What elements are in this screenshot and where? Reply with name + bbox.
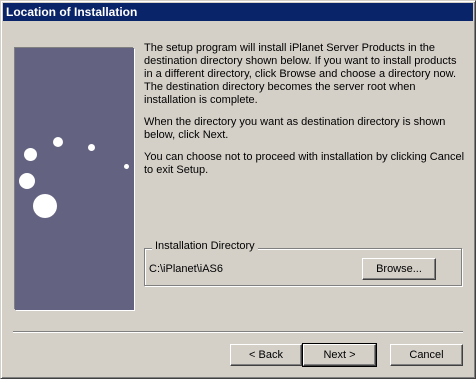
button-separator [13,331,463,333]
browse-button[interactable]: Browse... [362,258,436,280]
next-button[interactable]: Next > [302,343,377,367]
side-graphic-panel [15,48,134,310]
cancel-instruction-text: You can choose not to proceed with insta… [144,151,465,176]
intro-text: The setup program will install iPlanet S… [144,42,457,106]
installation-directory-path: C:\iPlanet\iAS6 [149,263,223,275]
decorative-bubble [24,148,37,161]
back-button[interactable]: < Back [230,344,302,366]
decorative-bubble [33,194,57,218]
decorative-bubble [88,144,95,151]
window-title: Location of Installation [6,5,138,19]
setup-dialog: Location of Installation The setup progr… [0,0,476,379]
next-instruction-text: When the directory you want as destinati… [144,116,446,141]
installation-directory-label: Installation Directory [152,240,258,253]
title-bar[interactable]: Location of Installation [3,3,473,21]
decorative-bubble [19,173,35,189]
decorative-bubble [53,137,63,147]
decorative-bubble [124,164,129,169]
cancel-button[interactable]: Cancel [390,344,463,366]
